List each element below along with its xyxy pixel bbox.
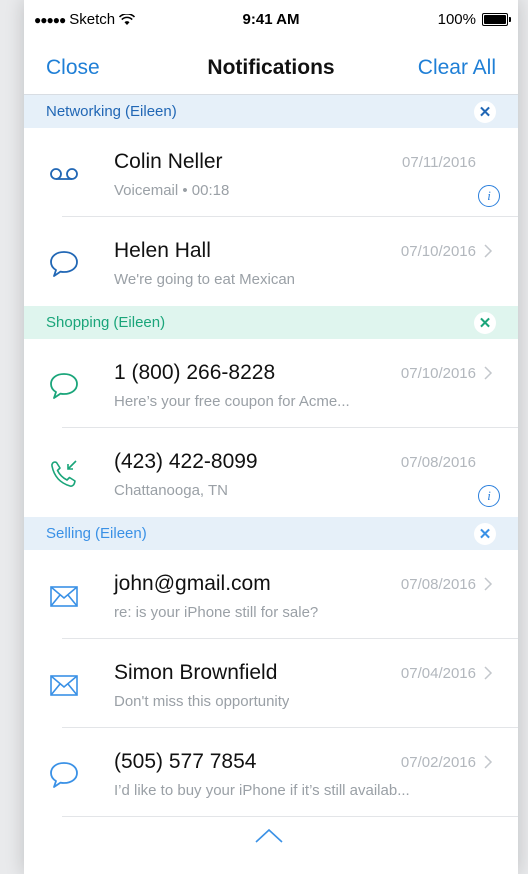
info-button[interactable]: i — [478, 185, 500, 207]
section-name: Shopping — [46, 314, 110, 331]
section-name: Networking — [46, 103, 122, 120]
section-owner: (Eileen) — [113, 314, 166, 331]
notification-item[interactable]: john@gmail.com re: is your iPhone still … — [24, 550, 518, 639]
notification-item[interactable]: 1 (800) 266-8228 Here’s your free coupon… — [24, 339, 518, 428]
nav-bar: Close Notifications Clear All — [24, 44, 518, 95]
section-owner: (Eileen) — [95, 525, 147, 542]
item-title: Helen Hall — [114, 239, 211, 262]
status-bar: ●●●●● Sketch 9:41 AM 100% — [24, 0, 518, 44]
battery-icon — [482, 13, 511, 26]
mail-icon — [50, 586, 78, 607]
notification-item[interactable]: Helen Hall We're going to eat Mexican 07… — [24, 217, 518, 306]
item-date: 07/02/2016 — [400, 754, 476, 771]
voicemail-icon — [50, 168, 78, 180]
notification-item[interactable]: (505) 577 7854 I’d like to buy your iPho… — [24, 728, 518, 817]
chevron-right-icon — [484, 366, 493, 380]
section-header-shopping: Shopping (Eileen) ✕ — [24, 306, 518, 339]
item-subtitle: Here’s your free coupon for Acme... — [114, 393, 350, 410]
notification-item[interactable]: (423) 422-8099 Chattanooga, TN 07/08/201… — [24, 428, 518, 517]
item-title: john@gmail.com — [114, 572, 271, 595]
notification-item[interactable]: Colin Neller Voicemail • 00:18 07/11/201… — [24, 128, 518, 217]
item-subtitle: We're going to eat Mexican — [114, 271, 296, 288]
item-date: 07/10/2016 — [400, 243, 476, 260]
item-title: Simon Brownfield — [114, 661, 278, 684]
item-date: 07/08/2016 — [400, 576, 476, 593]
section-header-networking: Networking (Eileen) ✕ — [24, 95, 518, 128]
status-right: 100% — [437, 11, 511, 28]
battery-percent: 100% — [437, 11, 476, 28]
chevron-right-icon — [484, 666, 493, 680]
chat-bubble-icon — [50, 373, 78, 399]
item-subtitle: Chattanooga, TN — [114, 482, 228, 499]
item-title: (505) 577 7854 — [114, 750, 257, 773]
section-header-selling: Selling (Eileen) ✕ — [24, 517, 518, 550]
item-subtitle: Don't miss this opportunity — [114, 693, 290, 710]
item-subtitle: I’d like to buy your iPhone if it’s stil… — [114, 782, 410, 799]
chat-bubble-icon — [50, 762, 78, 788]
dismiss-section-shopping-button[interactable]: ✕ — [474, 312, 496, 334]
notification-item[interactable]: Simon Brownfield Don't miss this opportu… — [24, 639, 518, 728]
item-date: 07/04/2016 — [400, 665, 476, 682]
item-subtitle: Voicemail • 00:18 — [114, 182, 230, 199]
clear-all-button[interactable]: Clear All — [418, 56, 496, 80]
info-button[interactable]: i — [478, 485, 500, 507]
mail-icon — [50, 675, 78, 696]
chevron-right-icon — [484, 755, 493, 769]
chat-bubble-icon — [50, 251, 78, 277]
dismiss-section-selling-button[interactable]: ✕ — [474, 523, 496, 545]
item-date: 07/08/2016 — [400, 454, 476, 471]
section-owner: (Eileen) — [125, 103, 177, 120]
item-subtitle: re: is your iPhone still for sale? — [114, 604, 319, 621]
item-title: Colin Neller — [114, 150, 223, 173]
section-name: Selling — [46, 525, 92, 542]
row-divider — [62, 816, 518, 817]
missed-call-icon — [51, 460, 77, 487]
item-title: 1 (800) 266-8228 — [114, 361, 276, 384]
chevron-right-icon — [484, 577, 493, 591]
phone-screen: ●●●●● Sketch 9:41 AM 100% Close Notifica… — [24, 0, 518, 874]
dismiss-section-networking-button[interactable]: ✕ — [474, 101, 496, 123]
item-date: 07/11/2016 — [402, 154, 476, 171]
chevron-right-icon — [484, 244, 493, 258]
item-date: 07/10/2016 — [400, 365, 476, 382]
item-title: (423) 422-8099 — [114, 450, 258, 473]
chevron-up-icon[interactable] — [252, 826, 286, 846]
